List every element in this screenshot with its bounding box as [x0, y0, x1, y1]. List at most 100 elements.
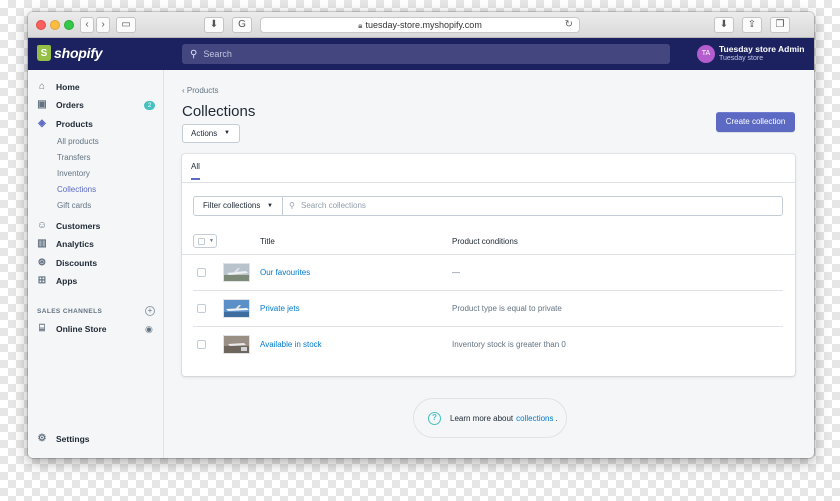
- close-window-button[interactable]: [36, 20, 46, 30]
- minimize-window-button[interactable]: [50, 20, 60, 30]
- sidebar-item-apps[interactable]: ⊞ Apps: [36, 273, 77, 289]
- create-collection-button[interactable]: Create collection: [716, 112, 795, 132]
- collection-condition: Product type is equal to private: [452, 304, 562, 313]
- row-checkbox[interactable]: [197, 304, 206, 313]
- grammarly-icon[interactable]: G: [232, 17, 252, 33]
- caret-down-icon: ▼: [224, 130, 230, 136]
- chart-icon: ▥: [37, 238, 47, 249]
- sidebar-item-home[interactable]: ⌂ Home: [36, 79, 80, 95]
- collection-condition: —: [452, 268, 460, 277]
- collection-thumbnail: [223, 263, 250, 282]
- store-subtitle: Tuesday store: [719, 55, 764, 62]
- zoom-window-button[interactable]: [64, 20, 74, 30]
- store-name[interactable]: Tuesday store Admin: [719, 44, 805, 54]
- sidebar-item-label: Orders: [56, 100, 84, 110]
- eye-icon[interactable]: ◉: [145, 324, 153, 335]
- sidebar-item-discounts[interactable]: ⊛ Discounts: [36, 255, 97, 271]
- caret-down-icon: ▼: [267, 203, 273, 209]
- url-text: tuesday-store.myshopify.com: [365, 20, 482, 30]
- column-header-title[interactable]: Title: [260, 237, 275, 246]
- sidebar-item-label: Discounts: [56, 258, 98, 268]
- checkbox-icon: [198, 238, 205, 245]
- collection-thumbnail: [223, 299, 250, 318]
- learn-more-link[interactable]: collections: [516, 414, 553, 423]
- sales-channels-heading: SALES CHANNELS: [37, 308, 103, 315]
- address-bar[interactable]: 🔒︎ tuesday-store.myshopify.com ↻: [260, 17, 580, 33]
- actions-button[interactable]: Actions ▼: [182, 124, 240, 143]
- tab-bar: All: [182, 154, 795, 183]
- collection-title-link[interactable]: Private jets: [260, 304, 300, 313]
- sidebar-item-label: Analytics: [56, 239, 94, 249]
- home-icon: ⌂: [38, 81, 46, 92]
- breadcrumb-label: Products: [186, 86, 219, 95]
- add-channel-plus-icon[interactable]: +: [145, 306, 155, 316]
- sidebar-toggle-icon[interactable]: ▭: [116, 17, 136, 33]
- learn-more-suffix: .: [555, 413, 558, 423]
- forward-icon[interactable]: ›: [96, 17, 110, 33]
- tag-icon: ◈: [38, 118, 46, 129]
- admin-topbar: S shopify ⚲ Search TA Tuesday store Admi…: [28, 38, 814, 70]
- sidebar-subitem-all-products[interactable]: All products: [57, 137, 99, 146]
- row-checkbox[interactable]: [197, 340, 206, 349]
- actions-label: Actions: [191, 129, 218, 138]
- table-header: ▼ Title Product conditions: [182, 229, 795, 255]
- breadcrumb[interactable]: ‹ Products: [182, 86, 218, 95]
- sidebar-subitem-gift-cards[interactable]: Gift cards: [57, 201, 91, 210]
- sidebar-item-orders[interactable]: ▣ Orders: [36, 97, 84, 113]
- main-content: ‹ Products Collections Actions ▼ Create …: [165, 70, 814, 458]
- sidebar-item-products[interactable]: ◈ Products: [36, 116, 93, 132]
- sidebar-subitem-collections[interactable]: Collections: [57, 185, 96, 194]
- tabs-icon[interactable]: ❐: [770, 17, 790, 33]
- avatar[interactable]: TA: [697, 45, 715, 63]
- extension-icon[interactable]: ⬇: [204, 17, 224, 33]
- collection-title-link[interactable]: Available in stock: [260, 340, 322, 349]
- tab-all[interactable]: All: [191, 162, 200, 180]
- sidebar-item-label: Products: [56, 119, 93, 129]
- back-icon[interactable]: ‹: [80, 17, 94, 33]
- filter-label: Filter collections: [203, 201, 261, 210]
- search-collections-placeholder: Search collections: [301, 201, 366, 210]
- table-row[interactable]: Private jets Product type is equal to pr…: [193, 291, 783, 327]
- sidebar-subitem-inventory[interactable]: Inventory: [57, 169, 90, 178]
- discount-icon: ⊛: [37, 257, 47, 268]
- sidebar: ⌂ Home ▣ Orders 2 ◈ Products All product…: [28, 70, 164, 458]
- sidebar-item-settings[interactable]: ⚙ Settings: [36, 431, 90, 447]
- search-icon: ⚲: [289, 201, 295, 210]
- gear-icon: ⚙: [37, 433, 47, 444]
- search-input[interactable]: ⚲ Search: [182, 44, 670, 64]
- sidebar-item-label: Apps: [56, 276, 78, 286]
- column-header-conditions: Product conditions: [452, 237, 518, 246]
- sidebar-item-label: Settings: [56, 434, 90, 444]
- search-collections-input[interactable]: ⚲ Search collections: [282, 196, 783, 216]
- orders-count-badge: 2: [144, 101, 155, 110]
- row-checkbox[interactable]: [197, 268, 206, 277]
- reload-icon[interactable]: ↻: [565, 18, 573, 32]
- downloads-icon[interactable]: ⬇: [714, 17, 734, 33]
- collections-card: All Filter collections ▼ ⚲ Search collec…: [182, 154, 795, 376]
- sidebar-item-analytics[interactable]: ▥ Analytics: [36, 236, 94, 252]
- shopify-logo[interactable]: S shopify: [37, 45, 103, 61]
- question-circle-icon: ?: [428, 411, 441, 425]
- page-title: Collections: [182, 103, 256, 120]
- collection-thumbnail: [223, 335, 250, 354]
- sidebar-item-customers[interactable]: ☺ Customers: [36, 218, 101, 234]
- collection-title-link[interactable]: Our favourites: [260, 268, 310, 277]
- learn-more-text: Learn more about: [450, 413, 514, 423]
- filter-collections-button[interactable]: Filter collections ▼: [193, 196, 283, 216]
- logo-text: shopify: [54, 45, 103, 61]
- share-icon[interactable]: ⇪: [742, 17, 762, 33]
- apps-icon: ⊞: [37, 275, 47, 286]
- browser-window: ‹ › ▭ ⬇ G 🔒︎ tuesday-store.myshopify.com …: [28, 12, 814, 458]
- collection-condition: Inventory stock is greater than 0: [452, 340, 566, 349]
- sidebar-item-label: Customers: [56, 221, 101, 231]
- table-row[interactable]: Our favourites —: [193, 255, 783, 291]
- lock-icon: 🔒︎: [358, 21, 363, 30]
- person-icon: ☺: [36, 220, 48, 231]
- shopify-bag-icon: S: [37, 45, 51, 61]
- sidebar-item-label: Online Store: [56, 324, 107, 334]
- sidebar-subitem-transfers[interactable]: Transfers: [57, 153, 91, 162]
- orders-icon: ▣: [37, 99, 47, 110]
- select-all-checkbox[interactable]: ▼: [193, 234, 217, 248]
- sidebar-item-online-store[interactable]: ⌸ Online Store: [36, 321, 107, 337]
- table-row[interactable]: Available in stock Inventory stock is gr…: [193, 327, 783, 363]
